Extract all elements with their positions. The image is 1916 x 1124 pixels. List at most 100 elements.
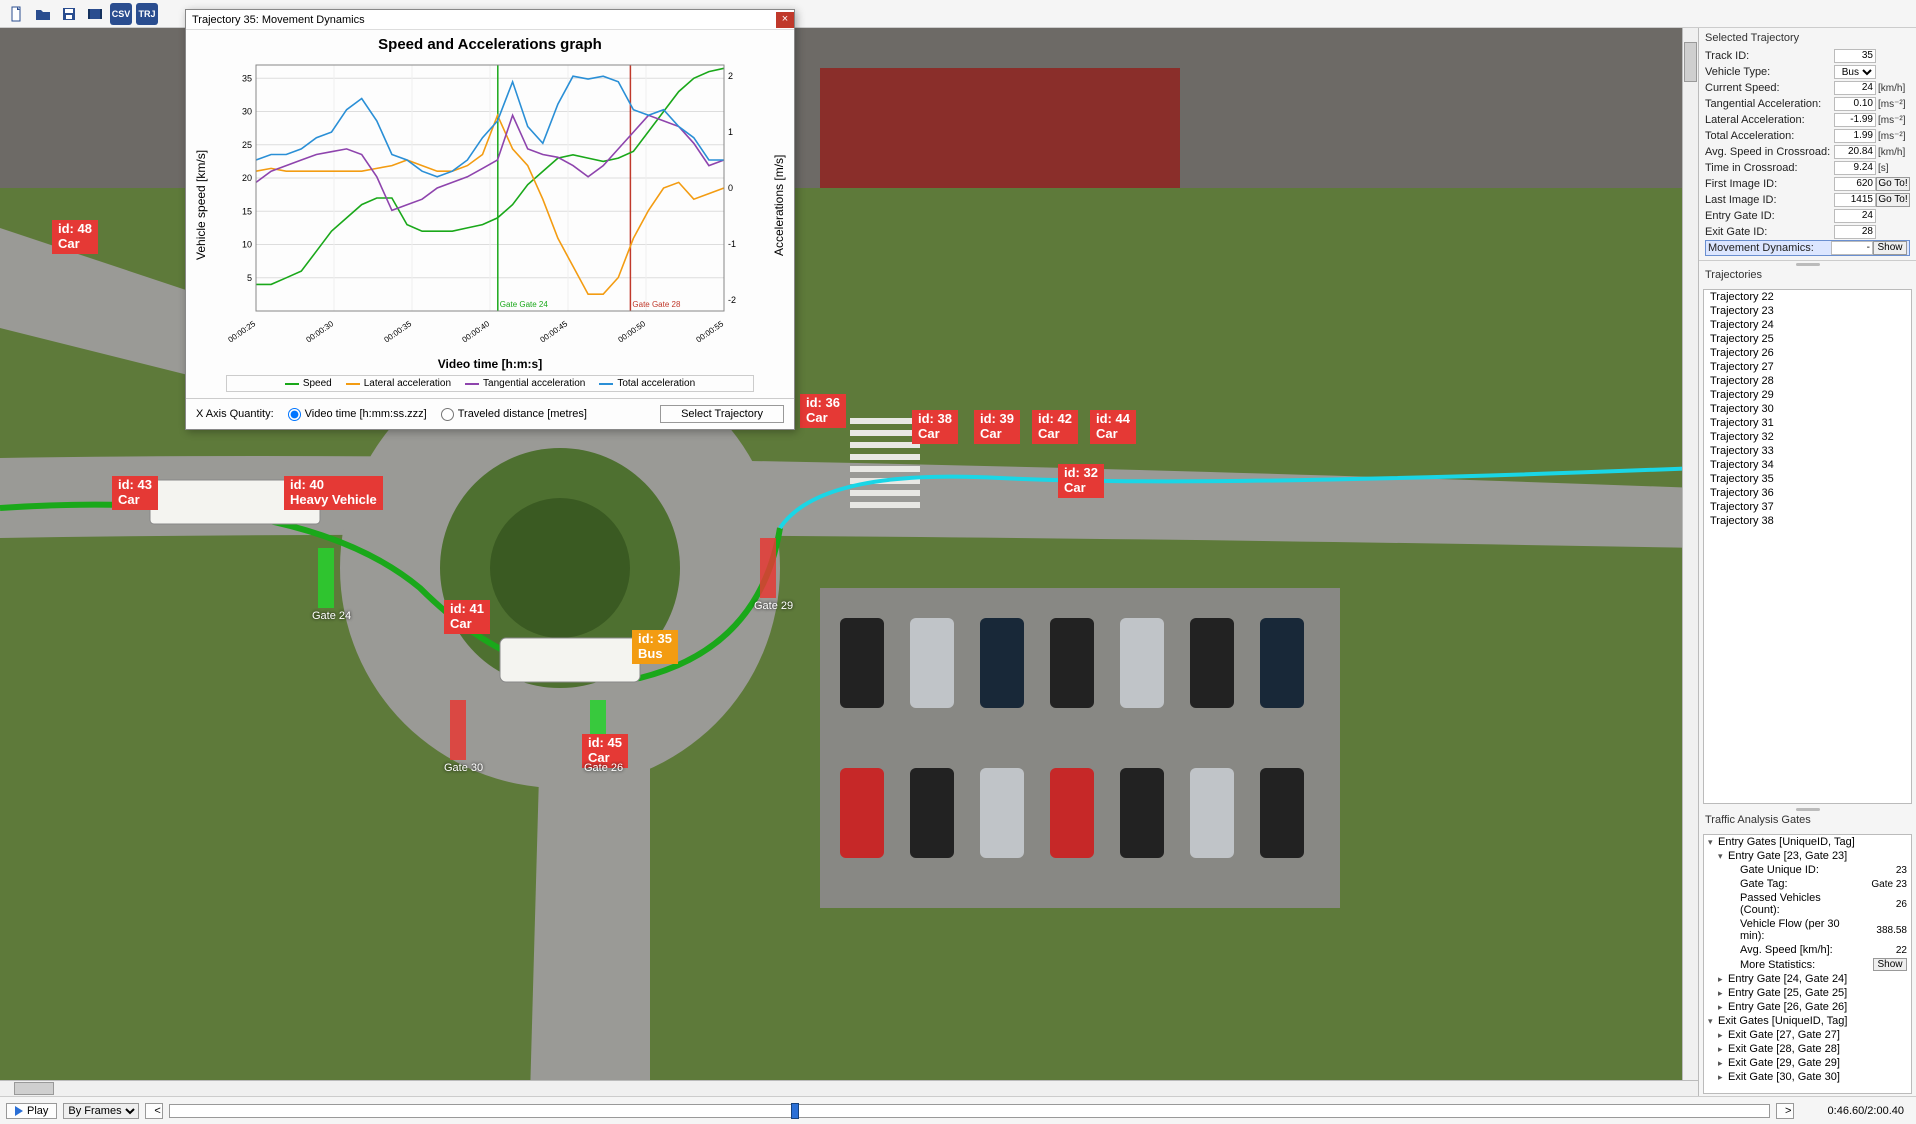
tree-row[interactable]: Passed Vehicles (Count):26 [1704,891,1911,917]
vehicle-label[interactable]: id: 40Heavy Vehicle [284,476,383,510]
save-icon[interactable] [58,3,80,25]
tree-action-button[interactable]: Show [1873,958,1907,971]
vehicle-type-select[interactable]: Bus [1834,65,1876,79]
step-back-button[interactable]: < [145,1103,163,1119]
video-icon[interactable] [84,3,106,25]
trajectory-item[interactable]: Trajectory 36 [1704,486,1911,500]
panel-title: Traffic Analysis Gates [1699,812,1916,828]
property-key: First Image ID: [1705,178,1834,190]
export-csv-button[interactable]: CSV [110,3,132,25]
step-forward-button[interactable]: > [1776,1103,1794,1119]
property-action-button[interactable]: Go To! [1876,177,1910,191]
property-action-button[interactable]: Go To! [1876,193,1910,207]
open-folder-icon[interactable] [32,3,54,25]
trajectory-list[interactable]: Trajectory 22Trajectory 23Trajectory 24T… [1703,289,1912,804]
trajectory-item[interactable]: Trajectory 24 [1704,318,1911,332]
horizontal-scrollbar[interactable] [0,1080,1698,1096]
property-unit: [ms⁻²] [1876,115,1910,126]
vehicle-label[interactable]: id: 43Car [112,476,158,510]
trajectory-item[interactable]: Trajectory 34 [1704,458,1911,472]
tree-row[interactable]: ▾Entry Gate [23, Gate 23] [1704,849,1911,863]
tree-row[interactable]: Gate Unique ID:23 [1704,863,1911,877]
svg-text:15: 15 [242,206,252,216]
trajectory-item[interactable]: Trajectory 32 [1704,430,1911,444]
vertical-scrollbar[interactable] [1682,28,1698,1080]
tree-row[interactable]: ▸Exit Gate [27, Gate 27] [1704,1028,1911,1042]
legend-item: Lateral acceleration [346,378,451,389]
trajectory-item[interactable]: Trajectory 26 [1704,346,1911,360]
tree-row[interactable]: ▸Entry Gate [26, Gate 26] [1704,1000,1911,1014]
trajectory-item[interactable]: Trajectory 38 [1704,514,1911,528]
play-label: Play [27,1105,48,1117]
tree-row[interactable]: ▸Exit Gate [28, Gate 28] [1704,1042,1911,1056]
svg-text:5: 5 [247,273,252,283]
tree-row[interactable]: Vehicle Flow (per 30 min):388.58 [1704,917,1911,943]
legend-item: Speed [285,378,332,389]
tree-row[interactable]: ▸Entry Gate [24, Gate 24] [1704,972,1911,986]
gates-tree[interactable]: ▾Entry Gates [UniqueID, Tag]▾Entry Gate … [1703,834,1912,1094]
tree-row[interactable]: ▸Exit Gate [30, Gate 30] [1704,1070,1911,1084]
property-key: Entry Gate ID: [1705,210,1834,222]
new-file-icon[interactable] [6,3,28,25]
play-icon [15,1106,23,1116]
vehicle-label[interactable]: id: 42Car [1032,410,1078,444]
radio-traveled-distance[interactable]: Traveled distance [metres] [441,408,587,421]
property-value: 35 [1834,49,1876,63]
legend-item: Total acceleration [599,378,695,389]
property-action-button[interactable]: Show [1873,241,1907,255]
trajectory-item[interactable]: Trajectory 30 [1704,402,1911,416]
property-value: 9.24 [1834,161,1876,175]
property-row: Movement Dynamics:-Show [1705,240,1910,256]
select-trajectory-button[interactable]: Select Trajectory [660,405,784,423]
trajectory-item[interactable]: Trajectory 37 [1704,500,1911,514]
tree-row[interactable]: Gate Tag:Gate 23 [1704,877,1911,891]
property-value: 0.10 [1834,97,1876,111]
svg-text:-2: -2 [728,295,736,305]
vehicle-label[interactable]: id: 48Car [52,220,98,254]
property-value: -1.99 [1834,113,1876,127]
trajectory-item[interactable]: Trajectory 23 [1704,304,1911,318]
trajectory-item[interactable]: Trajectory 27 [1704,360,1911,374]
timeline-slider[interactable] [169,1104,1770,1118]
vehicle-label[interactable]: id: 36Car [800,394,846,428]
trajectory-item[interactable]: Trajectory 22 [1704,290,1911,304]
trajectory-item[interactable]: Trajectory 25 [1704,332,1911,346]
property-row: Tangential Acceleration:0.10[ms⁻²] [1705,96,1910,112]
export-trj-button[interactable]: TRJ [136,3,158,25]
tree-row[interactable]: Avg. Speed [km/h]:22 [1704,943,1911,957]
svg-text:35: 35 [242,73,252,83]
chart-legend: SpeedLateral accelerationTangential acce… [226,375,754,392]
tree-row[interactable]: ▾Entry Gates [UniqueID, Tag] [1704,835,1911,849]
property-key: Current Speed: [1705,82,1834,94]
property-value: 1.99 [1834,129,1876,143]
close-icon[interactable]: × [776,12,794,28]
property-row: Entry Gate ID:24 [1705,208,1910,224]
radio-video-time[interactable]: Video time [h:mm:ss.zzz] [288,408,427,421]
vehicle-label[interactable]: id: 35Bus [632,630,678,664]
vehicle-label[interactable]: id: 32Car [1058,464,1104,498]
property-unit: [ms⁻²] [1876,99,1910,110]
trajectory-item[interactable]: Trajectory 31 [1704,416,1911,430]
panel-title: Selected Trajectory [1705,32,1910,44]
svg-text:25: 25 [242,140,252,150]
trajectory-item[interactable]: Trajectory 29 [1704,388,1911,402]
tree-row[interactable]: ▸Exit Gate [29, Gate 29] [1704,1056,1911,1070]
property-key: Last Image ID: [1705,194,1834,206]
dialog-titlebar[interactable]: Trajectory 35: Movement Dynamics × [186,10,794,30]
vehicle-label[interactable]: id: 44Car [1090,410,1136,444]
vehicle-label[interactable]: id: 39Car [974,410,1020,444]
vehicle-label[interactable]: id: 38Car [912,410,958,444]
tree-row[interactable]: ▾Exit Gates [UniqueID, Tag] [1704,1014,1911,1028]
tree-row[interactable]: ▸Entry Gate [25, Gate 25] [1704,986,1911,1000]
play-button[interactable]: Play [6,1103,57,1119]
trajectory-item[interactable]: Trajectory 35 [1704,472,1911,486]
property-value: 28 [1834,225,1876,239]
time-display: 0:46.60/2:00.40 [1800,1105,1910,1117]
trajectory-item[interactable]: Trajectory 28 [1704,374,1911,388]
svg-text:00:00:40: 00:00:40 [460,319,491,345]
property-key: Lateral Acceleration: [1705,114,1834,126]
tree-row[interactable]: More Statistics:Show [1704,957,1911,972]
playback-mode-select[interactable]: By Frames [63,1103,139,1119]
trajectory-item[interactable]: Trajectory 33 [1704,444,1911,458]
vehicle-label[interactable]: id: 41Car [444,600,490,634]
